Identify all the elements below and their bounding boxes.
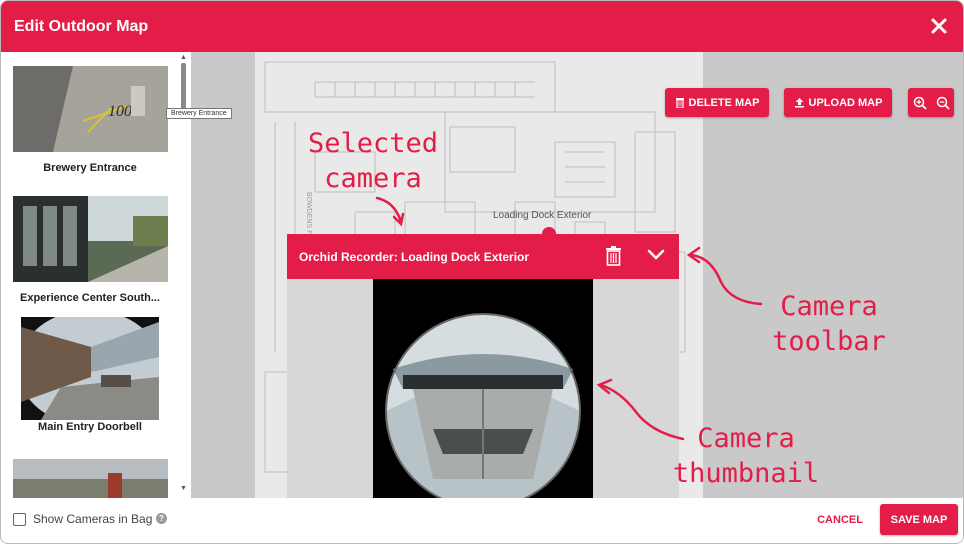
camera-card-label: Brewery Entrance — [43, 162, 137, 174]
edit-outdoor-map-dialog: Edit Outdoor Map 100 Brewery Entrance Ex… — [0, 0, 964, 544]
cancel-button[interactable]: CANCEL — [811, 507, 869, 533]
scroll-up-icon[interactable]: ▲ — [180, 54, 187, 61]
camera-thumbnail — [13, 459, 168, 498]
camera-card-label: Main Entry Doorbell — [38, 421, 142, 433]
camera-list-sidebar[interactable]: 100 Brewery Entrance Experience Center S… — [1, 52, 191, 498]
map-canvas[interactable]: BOWDENS FERRY ROAD Loading Dock Exterior… — [191, 52, 963, 498]
show-cameras-in-bag-checkbox[interactable] — [13, 513, 26, 526]
camera-card-label: Experience Center South... — [20, 292, 160, 304]
dialog-header: Edit Outdoor Map — [1, 1, 963, 52]
camera-thumbnail — [13, 196, 168, 282]
camera-card-experience-center-south[interactable]: Experience Center South... — [1, 196, 179, 316]
camera-tooltip: Brewery Entrance — [166, 108, 232, 119]
camera-card-main-entry-doorbell[interactable]: Main Entry Doorbell — [1, 317, 179, 437]
camera-card-brewery-entrance[interactable]: 100 Brewery Entrance — [1, 66, 179, 186]
scrollbar-thumb[interactable] — [181, 63, 186, 113]
dialog-title: Edit Outdoor Map — [14, 17, 149, 35]
camera-thumbnail — [21, 317, 159, 420]
camera-thumbnail: 100 — [13, 66, 168, 152]
annotation-arrows — [375, 196, 763, 441]
save-map-button[interactable]: SAVE MAP — [880, 504, 958, 535]
camera-card[interactable] — [1, 459, 179, 498]
close-icon[interactable] — [929, 16, 949, 36]
scroll-down-icon[interactable]: ▼ — [180, 485, 187, 492]
svg-text:100: 100 — [108, 103, 132, 120]
dialog-footer: Show Cameras in Bag ? CANCEL SAVE MAP — [1, 498, 963, 543]
help-icon[interactable]: ? — [156, 513, 167, 524]
show-cameras-in-bag-label: Show Cameras in Bag — [33, 512, 153, 526]
